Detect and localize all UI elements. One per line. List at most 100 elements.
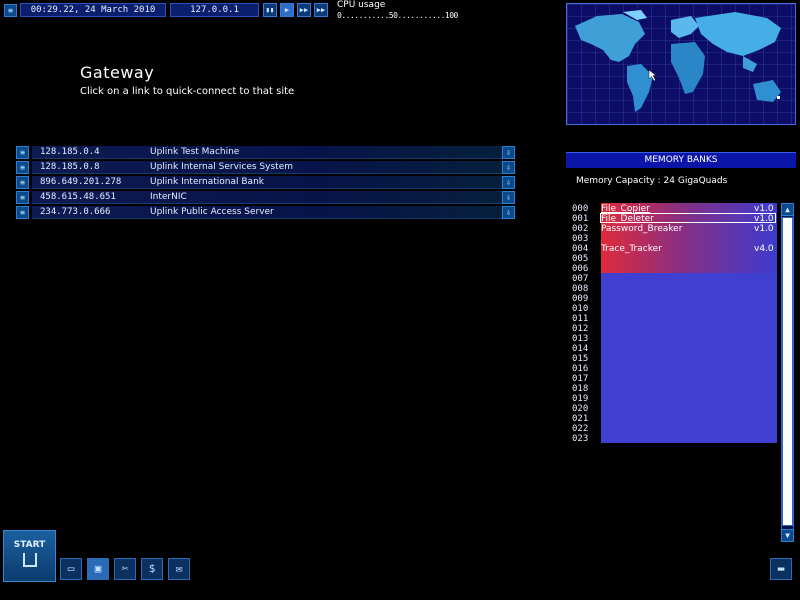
memory-slot-number: 006 [572, 264, 589, 274]
connect-button[interactable]: ⇩ [502, 146, 515, 159]
memory-file-version: v4.0 [754, 244, 774, 254]
memory-file-name[interactable]: File_Copier [601, 204, 650, 214]
connect-icon: ⇩ [506, 208, 511, 217]
connect-button[interactable]: ⇩ [502, 206, 515, 219]
folder-button[interactable]: ▬ [770, 558, 792, 580]
memory-slot-number: 008 [572, 284, 589, 294]
gateway-link-row[interactable]: ≡ 128.185.0.8 Uplink Internal Services Sys… [16, 161, 516, 174]
memory-slot-number: 007 [572, 274, 589, 284]
connect-icon: ⇩ [506, 178, 511, 187]
memory-slot-number: 002 [572, 224, 589, 234]
link-ip: 234.773.0.666 [40, 207, 111, 217]
memory-slot-number: 005 [572, 254, 589, 264]
memory-slot-number: 023 [572, 434, 589, 444]
link-info-icon[interactable]: ≡ [16, 176, 29, 189]
start-logo-icon [23, 553, 37, 567]
gateway-link-row[interactable]: ≡ 128.185.0.4 Uplink Test Machine ⇩ [16, 146, 516, 159]
link-info-icon[interactable]: ≡ [16, 146, 29, 159]
tools-icon: ✂ [121, 562, 129, 575]
finance-button[interactable]: $ [141, 558, 163, 580]
memory-slot-number: 004 [572, 244, 589, 254]
memory-slot-number: 011 [572, 314, 589, 324]
email-button[interactable]: ✉ [168, 558, 190, 580]
play-icon: ▶ [284, 6, 290, 14]
tools-button[interactable]: ✂ [114, 558, 136, 580]
memory-slot-number: 012 [572, 324, 589, 334]
memory-slot-number: 000 [572, 204, 589, 214]
link-info-icon[interactable]: ≡ [16, 206, 29, 219]
memory-slot-number: 021 [572, 414, 589, 424]
fastest-forward-button[interactable]: ▶▶ [314, 3, 328, 17]
gateway-link-row[interactable]: ≡ 458.615.48.651 InterNIC ⇩ [16, 191, 516, 204]
link-name: Uplink Public Access Server [150, 207, 274, 217]
link-name: Uplink Internal Services System [150, 162, 293, 172]
memory-capacity-label: Memory Capacity : 24 GigaQuads [576, 176, 728, 186]
world-map-graphic [567, 4, 795, 124]
memory-slot-number: 017 [572, 374, 589, 384]
memory-slot-number: 020 [572, 404, 589, 414]
memory-file-version: v1.0 [754, 214, 774, 224]
computer-button[interactable]: ▭ [60, 558, 82, 580]
page-subtitle: Click on a link to quick-connect to that… [80, 86, 295, 97]
link-ip: 128.185.0.8 [40, 162, 100, 172]
link-info-icon[interactable]: ≡ [16, 161, 29, 174]
scroll-thumb[interactable] [782, 217, 793, 526]
link-bar[interactable] [32, 146, 512, 159]
memory-slot-number: 014 [572, 344, 589, 354]
connect-button[interactable]: ⇩ [502, 176, 515, 189]
email-icon: ✉ [175, 562, 183, 575]
memory-slot-number: 001 [572, 214, 589, 224]
scroll-down-button[interactable]: ▼ [781, 529, 794, 542]
memory-slot-number: 009 [572, 294, 589, 304]
link-ip: 458.615.48.651 [40, 192, 116, 202]
floppy-disk-icon: ▣ [94, 562, 102, 575]
link-info-icon[interactable]: ≡ [16, 191, 29, 204]
link-ip: 896.649.201.278 [40, 177, 122, 187]
memory-button[interactable]: ▣ [87, 558, 109, 580]
memory-slot-number: 010 [572, 304, 589, 314]
cpu-usage-label: CPU usage [337, 0, 386, 10]
memory-slot-number: 018 [572, 384, 589, 394]
memory-file-name[interactable]: File_Deleter [601, 214, 654, 224]
connect-icon: ⇩ [506, 163, 511, 172]
pause-button[interactable]: ▮▮ [263, 3, 277, 17]
memory-file-version: v1.0 [754, 204, 774, 214]
gateway-link-row[interactable]: ≡ 234.773.0.666 Uplink Public Access Serve… [16, 206, 516, 219]
connect-button[interactable]: ⇩ [502, 191, 515, 204]
connect-button[interactable]: ⇩ [502, 161, 515, 174]
page-title: Gateway [80, 63, 155, 82]
memory-slot-number: 015 [572, 354, 589, 364]
memory-slot-number: 003 [572, 234, 589, 244]
memory-slot-number: 019 [572, 394, 589, 404]
memory-slot-number: 022 [572, 424, 589, 434]
gateway-link-row[interactable]: ≡ 896.649.201.278 Uplink International Ban… [16, 176, 516, 189]
memory-file-version: v1.0 [754, 224, 774, 234]
menu-toggle-icon[interactable]: ≡ [4, 4, 17, 17]
date-time-display: 00:29.22, 24 March 2010 [20, 3, 166, 17]
dollar-icon: $ [148, 562, 156, 575]
connect-icon: ⇩ [506, 193, 511, 202]
cpu-usage-scale: 0...........50...........100 [337, 11, 458, 20]
memory-slot-number: 016 [572, 364, 589, 374]
arrow-up-icon: ▲ [785, 205, 790, 214]
link-name: Uplink Test Machine [150, 147, 240, 157]
arrow-down-icon: ▼ [785, 531, 790, 540]
fast-forward-button[interactable]: ▶▶ [297, 3, 311, 17]
pause-icon: ▮▮ [265, 6, 275, 14]
world-map[interactable] [566, 3, 796, 125]
link-name: Uplink International Bank [150, 177, 264, 187]
start-label: START [13, 540, 46, 550]
fast-forward-icon: ▶▶ [299, 6, 309, 14]
link-ip: 128.185.0.4 [40, 147, 100, 157]
computer-icon: ▭ [67, 562, 75, 575]
local-ip-display: 127.0.0.1 [170, 3, 259, 17]
connect-icon: ⇩ [506, 148, 511, 157]
memory-slot-number: 013 [572, 334, 589, 344]
link-name: InterNIC [150, 192, 187, 202]
scroll-up-button[interactable]: ▲ [781, 203, 794, 216]
play-button[interactable]: ▶ [280, 3, 294, 17]
memory-file-name[interactable]: Password_Breaker [601, 224, 682, 234]
start-button[interactable]: START [3, 530, 56, 582]
memory-file-name[interactable]: Trace_Tracker [601, 244, 662, 254]
memory-region-free [601, 273, 777, 443]
